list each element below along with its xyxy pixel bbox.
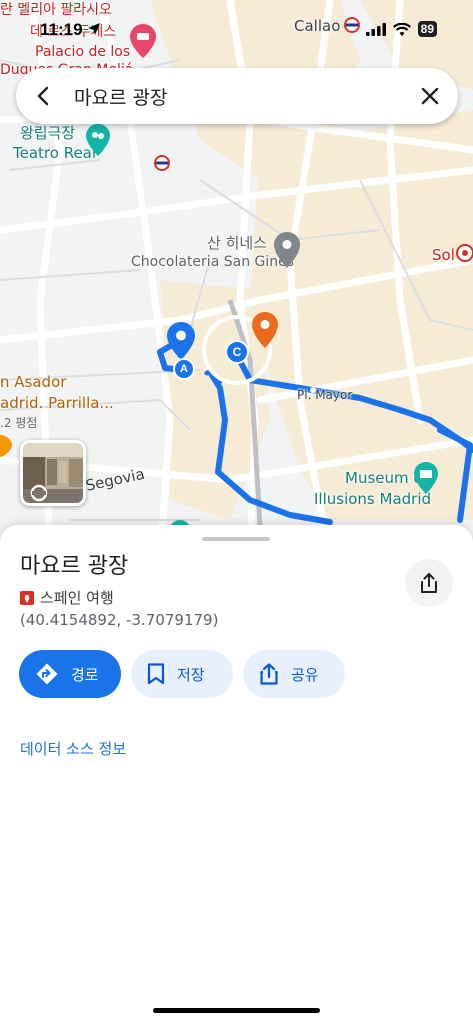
map-label-asador: n Asador <box>0 373 67 391</box>
save-label: 저장 <box>177 665 205 684</box>
close-icon <box>421 87 439 105</box>
map-label-sol: Sol <box>432 246 455 264</box>
search-input[interactable]: 마요르 광장 <box>70 83 402 110</box>
share-icon <box>421 573 437 593</box>
cafe-pin-icon[interactable] <box>274 232 300 268</box>
map-label-teatro: Teatro Real <box>13 144 97 162</box>
street-view-thumbnail[interactable] <box>20 440 86 506</box>
bookmark-icon <box>147 663 165 685</box>
map-label-asador2: adrid. Parrilla... <box>0 394 114 412</box>
coordinates: (40.4154892, -3.7079179) <box>20 611 219 629</box>
search-bar[interactable]: 마요르 광장 <box>16 68 458 124</box>
status-bar-time: 11:19 <box>40 20 101 40</box>
location-arrow-icon <box>88 23 101 35</box>
clear-search-button[interactable] <box>402 68 458 124</box>
map-label-melia-ko: 란 멜리아 팔라시오 <box>0 2 112 18</box>
metro-sol-icon <box>456 244 473 262</box>
share-icon-button[interactable] <box>405 559 453 607</box>
theater-pin-icon[interactable] <box>86 124 110 156</box>
status-time-text: 11:19 <box>40 20 83 39</box>
signal-icon <box>365 22 386 36</box>
back-button[interactable] <box>18 68 70 124</box>
route-direction-arrow-icon <box>310 387 316 393</box>
map-label-callao: Callao <box>294 17 341 35</box>
map-label-teatro-ko: 왕립극장 <box>20 124 76 142</box>
share-icon <box>260 663 278 685</box>
map-label-sangines: Chocolateria San Ginés <box>131 254 295 270</box>
map-label-palacio: Palacio de los <box>35 44 131 60</box>
metro-icon <box>154 155 170 171</box>
category-row: 스페인 여행 <box>20 587 114 608</box>
hotel-pin-icon[interactable] <box>130 24 156 58</box>
metro-callao-icon <box>344 17 360 33</box>
directions-button[interactable]: 경로 <box>19 650 121 698</box>
drag-handle[interactable] <box>202 537 270 541</box>
museum-pin-icon[interactable] <box>414 462 438 494</box>
place-title: 마요르 광장 <box>20 554 129 579</box>
waypoint-c-marker[interactable]: C <box>225 340 249 364</box>
wifi-icon <box>392 22 411 36</box>
home-indicator[interactable] <box>153 1008 320 1013</box>
status-bar-icons: 89 <box>365 21 437 37</box>
start-location-pin-icon[interactable] <box>167 322 195 360</box>
map-label-sangines-ko: 산 히네스 <box>207 234 267 252</box>
saved-list-pin-icon <box>20 590 34 605</box>
map-label-mayor: Pl. Mayor <box>297 388 353 402</box>
back-arrow-icon <box>37 86 49 106</box>
directions-icon <box>36 663 58 685</box>
map-label-rating: .2 평점 <box>0 416 38 430</box>
destination-pin-icon[interactable] <box>252 312 278 348</box>
restaurant-pin-icon[interactable] <box>0 435 12 457</box>
data-source-link[interactable]: 데이터 소스 정보 <box>20 738 126 759</box>
share-button[interactable]: 공유 <box>243 650 345 698</box>
share-label: 공유 <box>291 665 319 684</box>
waypoint-a-marker[interactable]: A <box>173 358 195 380</box>
directions-label: 경로 <box>71 665 99 684</box>
place-bottom-sheet[interactable]: 마요르 광장 스페인 여행 (40.4154892, -3.7079179) 경… <box>0 525 473 1024</box>
save-button[interactable]: 저장 <box>131 650 233 698</box>
category-label: 스페인 여행 <box>40 589 114 607</box>
battery-icon: 89 <box>417 21 437 37</box>
street-view-image <box>23 443 83 503</box>
